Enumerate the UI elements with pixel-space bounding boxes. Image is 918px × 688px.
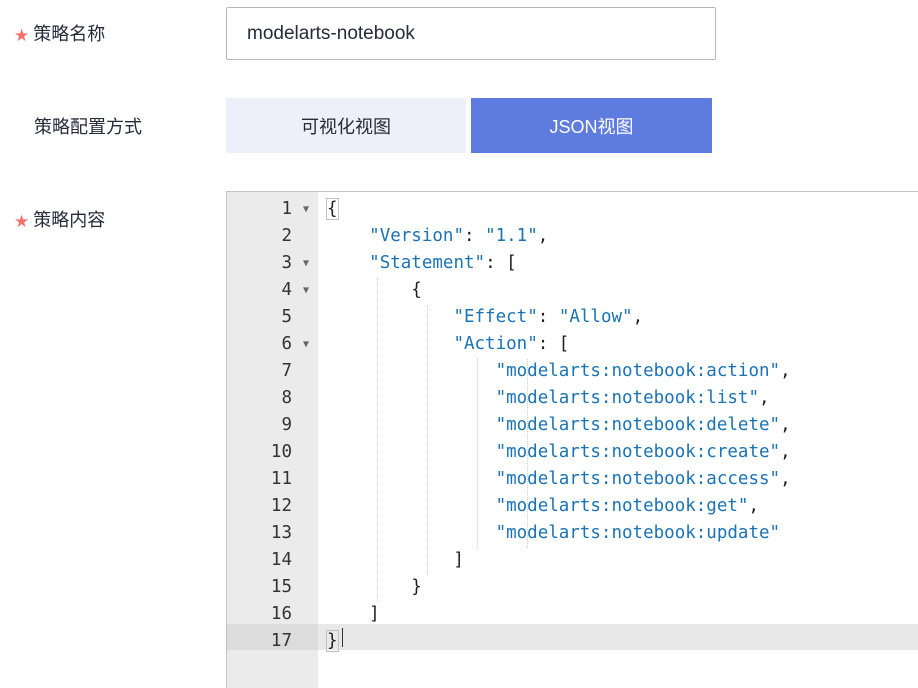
visual-view-button[interactable]: 可视化视图 — [226, 98, 466, 153]
required-mark: ★ — [14, 26, 30, 46]
code-text: "Statement": [ — [369, 253, 517, 273]
code-line[interactable]: 3 ▼ "Statement": [ — [227, 250, 918, 277]
line-number: 1 — [281, 199, 292, 219]
line-number: 13 — [270, 523, 292, 543]
code-line[interactable]: 4 ▼ { — [227, 277, 918, 304]
code-text: { — [326, 198, 339, 220]
code-line[interactable]: 1 ▼ { — [227, 196, 918, 223]
chevron-down-icon[interactable]: ▼ — [299, 196, 313, 223]
code-line[interactable]: 13 "modelarts:notebook:update" — [227, 520, 918, 547]
code-text: "modelarts:notebook:delete", — [495, 415, 791, 435]
line-number: 5 — [281, 307, 292, 327]
code-text: ] — [327, 604, 380, 624]
code-line[interactable]: 7 "modelarts:notebook:action", — [227, 358, 918, 385]
line-number: 17 — [270, 631, 292, 651]
line-number: 14 — [270, 550, 292, 570]
policy-name-label: ★ 策略名称 — [14, 24, 106, 46]
line-number: 10 — [270, 442, 292, 462]
code-text: "Action": [ — [453, 334, 570, 354]
code-line[interactable]: 14 ] — [227, 547, 918, 574]
code-line[interactable]: 10 "modelarts:notebook:create", — [227, 439, 918, 466]
line-number: 8 — [281, 388, 292, 408]
json-view-button[interactable]: JSON视图 — [471, 98, 712, 153]
code-text: } — [327, 577, 422, 597]
code-text: "modelarts:notebook:access", — [495, 469, 791, 489]
code-text: "modelarts:notebook:action", — [495, 361, 791, 381]
code-text: "modelarts:notebook:get", — [495, 496, 759, 516]
code-line[interactable]: 11 "modelarts:notebook:access", — [227, 466, 918, 493]
code-lines: 1 ▼ {2 "Version": "1.1", 3 ▼ "Statement": [ 4… — [227, 196, 918, 655]
code-line[interactable]: 6 ▼ "Action": [ — [227, 331, 918, 358]
line-number: 2 — [281, 226, 292, 246]
policy-content-label: ★ 策略内容 — [14, 210, 106, 232]
policy-form: ★策略名称 策略配置方式 可视化视图 JSON视图 ★策略内容 1 ▼ {2 "Ve… — [0, 0, 918, 688]
json-code-editor[interactable]: 1 ▼ {2 "Version": "1.1", 3 ▼ "Statement": [ 4… — [226, 191, 918, 688]
code-text: "Effect": "Allow", — [453, 307, 644, 327]
code-line[interactable]: 2 "Version": "1.1", — [227, 223, 918, 250]
code-text: "modelarts:notebook:update" — [495, 523, 781, 543]
line-number: 6 — [281, 334, 292, 354]
line-number: 9 — [281, 415, 292, 435]
chevron-down-icon[interactable]: ▼ — [299, 277, 313, 304]
line-number: 11 — [270, 469, 292, 489]
line-number: 4 — [281, 280, 292, 300]
config-mode-label: 策略配置方式 — [34, 117, 142, 138]
code-text: "modelarts:notebook:list", — [495, 388, 770, 408]
code-text: { — [327, 280, 422, 300]
chevron-down-icon[interactable]: ▼ — [299, 250, 313, 277]
required-mark: ★ — [14, 212, 30, 232]
line-number: 7 — [281, 361, 292, 381]
code-text: } — [326, 630, 339, 652]
line-number: 16 — [270, 604, 292, 624]
policy-name-input[interactable] — [226, 7, 716, 60]
code-line[interactable]: 16 ] — [227, 601, 918, 628]
code-line[interactable]: 5 "Effect": "Allow", — [227, 304, 918, 331]
code-text: "modelarts:notebook:create", — [495, 442, 791, 462]
code-text: ] — [327, 550, 464, 570]
code-line[interactable]: 15 } — [227, 574, 918, 601]
text-cursor — [342, 628, 343, 647]
code-text: "Version": "1.1", — [369, 226, 549, 246]
line-number: 3 — [281, 253, 292, 273]
code-line[interactable]: 12 "modelarts:notebook:get", — [227, 493, 918, 520]
code-line[interactable]: 9 "modelarts:notebook:delete", — [227, 412, 918, 439]
chevron-down-icon[interactable]: ▼ — [299, 331, 313, 358]
code-line[interactable]: 8 "modelarts:notebook:list", — [227, 385, 918, 412]
line-number: 12 — [270, 496, 292, 516]
line-number: 15 — [270, 577, 292, 597]
code-line[interactable]: 17} — [227, 628, 918, 655]
